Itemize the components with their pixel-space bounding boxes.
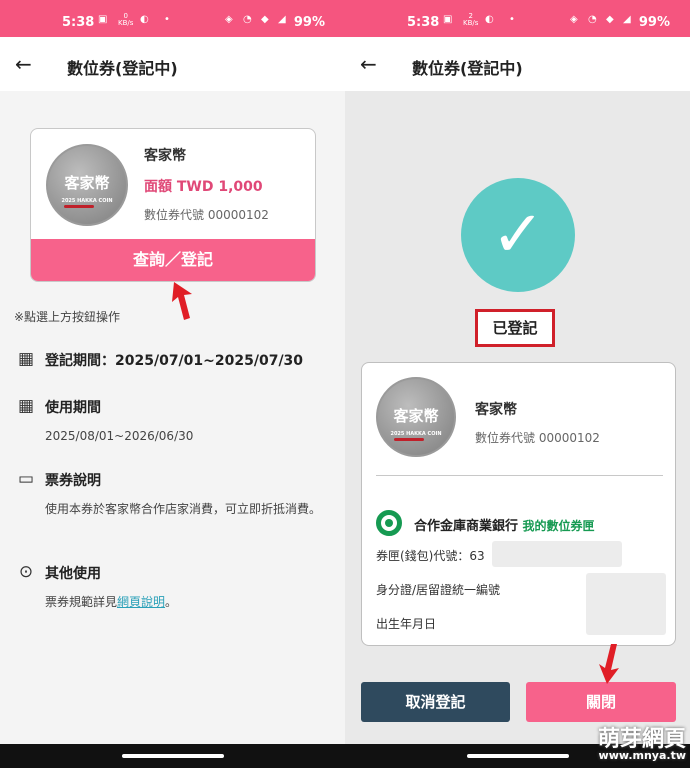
voucher-name: 客家幣 — [475, 402, 517, 418]
home-gesture-bar[interactable] — [467, 754, 569, 758]
hakka-coin-image: 客家幣 2025 HAKKA COIN — [46, 144, 128, 226]
bank-name: 合作金庫商業銀行 我的數位券匣 — [414, 519, 595, 534]
voucher-serial: 數位券代號 00000102 — [144, 208, 269, 222]
voucher-card: 客家幣 2025 HAKKA COIN 客家幣 面額 TWD 1,000 數位券… — [30, 128, 316, 282]
status-time: 5:38 — [407, 15, 440, 30]
dot-icon: • — [164, 14, 170, 25]
vibrate-icon: ◈ — [225, 14, 233, 25]
status-time: 5:38 — [62, 15, 95, 30]
page-title: 數位券(登記中) — [412, 59, 523, 78]
home-gesture-bar[interactable] — [122, 754, 224, 758]
battery-level: 99% — [293, 15, 325, 30]
birth-date-label: 出生年月日 — [376, 617, 437, 631]
more-icon: ⊙ — [18, 562, 34, 582]
operation-hint: ※點選上方按鈕操作 — [14, 310, 121, 324]
registration-result-screen: 5:38 2 KB/s ▣ ◐ • ◈ ◔ ◆ ◢ 99% ← 數位券(登記中) … — [345, 0, 690, 768]
wallet-id-label: 券匣(錢包)代號：63 — [376, 549, 485, 563]
network-speed: 0 KB/s — [118, 12, 134, 27]
vibrate-icon: ◈ — [570, 14, 578, 25]
app-bar: ← 數位券(登記中) — [345, 37, 690, 91]
other-use-label: 其他使用 — [45, 566, 101, 582]
success-check-icon: ✓ — [461, 178, 575, 292]
arrow-icon — [599, 644, 619, 684]
registered-status: 已登記 — [475, 309, 555, 347]
image-icon: ▣ — [98, 14, 108, 25]
back-arrow-icon[interactable]: ← — [360, 52, 377, 76]
system-nav-bar — [0, 744, 345, 768]
wifi-icon: ◔ — [588, 14, 597, 25]
wifi-icon: ◔ — [243, 14, 252, 25]
coin-caption: 2025 HAKKA COIN — [61, 198, 113, 204]
coin-stripe — [64, 205, 94, 208]
volte-icon: ◆ — [261, 14, 269, 25]
use-period-value: 2025/08/01~2026/06/30 — [45, 429, 194, 443]
registration-detail-panel: 客家幣 2025 HAKKA COIN 客家幣 數位券代號 00000102 合… — [361, 362, 676, 646]
web-description-link[interactable]: 網頁說明 — [117, 595, 165, 609]
app-bar: ← 數位券(登記中) — [0, 37, 345, 91]
bank-logo-icon — [376, 510, 402, 536]
ticket-icon: ▭ — [17, 469, 35, 489]
calendar-icon: ▦ — [17, 396, 35, 416]
network-speed: 2 KB/s — [463, 12, 479, 27]
personal-info-redacted — [586, 573, 666, 635]
app-icon: ◐ — [485, 14, 494, 25]
coin-caption: 2025 HAKKA COIN — [390, 431, 442, 437]
back-arrow-icon[interactable]: ← — [15, 52, 32, 76]
register-period: 登記期間：2025/07/01~2025/07/30 — [45, 353, 304, 369]
dot-icon: • — [509, 14, 515, 25]
other-use-value: 票券規範詳見網頁說明。 — [45, 595, 178, 609]
volte-icon: ◆ — [606, 14, 614, 25]
ticket-description-label: 票券說明 — [45, 473, 101, 489]
image-icon: ▣ — [443, 14, 453, 25]
coin-stripe — [394, 438, 424, 441]
status-bar: 5:38 2 KB/s ▣ ◐ • ◈ ◔ ◆ ◢ 99% — [345, 0, 690, 37]
voucher-name: 客家幣 — [144, 148, 186, 164]
divider — [376, 475, 663, 476]
use-period-label: 使用期間 — [45, 400, 101, 416]
page-title: 數位券(登記中) — [67, 59, 178, 78]
coin-text: 客家幣 — [393, 407, 439, 425]
voucher-serial: 數位券代號 00000102 — [475, 431, 600, 445]
signal-icon: ◢ — [623, 14, 631, 25]
coin-text: 客家幣 — [64, 174, 110, 192]
calendar-icon: ▦ — [17, 349, 35, 369]
app-icon: ◐ — [140, 14, 149, 25]
voucher-detail-screen: 5:38 0 KB/s ▣ ◐ • ◈ ◔ ◆ ◢ 99% ← 數位券(登記中) … — [0, 0, 345, 768]
cancel-registration-button[interactable]: 取消登記 — [361, 682, 510, 722]
signal-icon: ◢ — [278, 14, 286, 25]
id-number-label: 身分證/居留證統一編號 — [376, 583, 501, 597]
site-watermark: 萌芽網頁 www.mnya.tw — [597, 727, 686, 762]
hakka-coin-image: 客家幣 2025 HAKKA COIN — [376, 377, 456, 457]
ticket-description-value: 使用本券於客家幣合作店家消費，可立即折抵消費。 — [45, 502, 322, 516]
close-button[interactable]: 關閉 — [526, 682, 676, 722]
status-bar: 5:38 0 KB/s ▣ ◐ • ◈ ◔ ◆ ◢ 99% — [0, 0, 345, 37]
battery-level: 99% — [638, 15, 670, 30]
wallet-id-redacted — [492, 541, 622, 567]
query-register-button[interactable]: 查詢／登記 — [31, 239, 315, 281]
arrow-icon — [172, 282, 192, 320]
voucher-face-value: 面額 TWD 1,000 — [144, 179, 263, 195]
